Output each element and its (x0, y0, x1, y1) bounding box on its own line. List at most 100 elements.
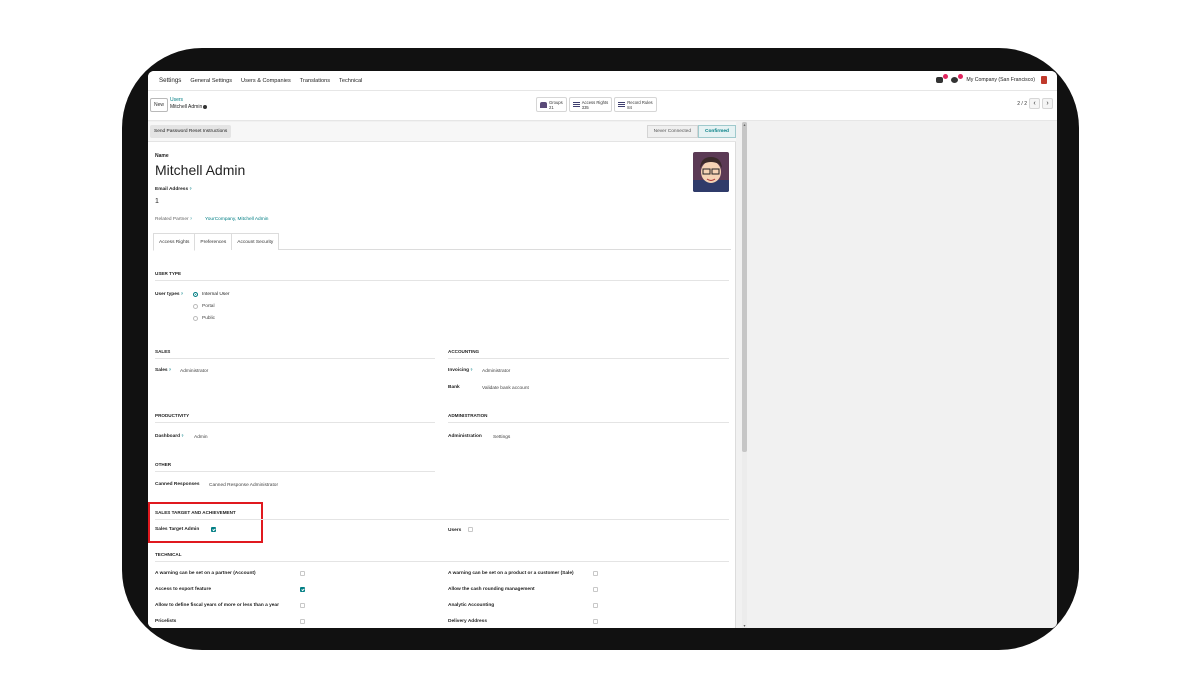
notebook-tabs: Access Rights Preferences Account Securi… (153, 233, 731, 251)
scrollbar-thumb[interactable] (742, 122, 747, 452)
chat-icon[interactable] (936, 74, 949, 84)
tab-access-rights[interactable]: Access Rights (153, 233, 196, 251)
divider (155, 561, 729, 562)
activity-clock-icon[interactable] (951, 74, 964, 84)
nav-translations[interactable]: Translations (300, 78, 330, 84)
stat-count: 21 (549, 104, 554, 110)
nav-technical[interactable]: Technical (339, 78, 362, 84)
dashboard-select[interactable]: Admin (194, 435, 208, 440)
radio-label-portal: Portal (202, 304, 215, 309)
help-icon[interactable]: ? (181, 292, 183, 296)
name-field[interactable]: Mitchell Admin (155, 162, 245, 178)
section-technical: TECHNICAL (155, 552, 182, 557)
technical-option-label: Pricelists (155, 619, 177, 624)
record-rules-smart-button[interactable]: Record Rules 84 (614, 97, 657, 112)
dashboard-label: Dashboard ? (155, 434, 184, 439)
technical-option-label: Analytic Accounting (448, 603, 495, 608)
divider (155, 519, 729, 520)
control-panel: New Users Mitchell Admin Groups 21 Access… (148, 91, 1057, 121)
form-scrollbar[interactable]: ▴ ▾ (742, 122, 747, 628)
technical-option-label: Allow the cash rounding management (448, 587, 535, 592)
chevron-right-icon[interactable]: › (1042, 98, 1053, 109)
stage-confirmed[interactable]: Confirmed (698, 125, 736, 138)
related-partner-label-text: Related Partner (155, 217, 189, 222)
technical-checkbox[interactable] (300, 603, 305, 608)
technical-checkbox[interactable] (593, 619, 598, 624)
pager-value[interactable]: 2 / 2 (1017, 101, 1027, 107)
invoicing-label: Invoicing ? (448, 368, 473, 373)
section-other: OTHER (155, 462, 172, 467)
radio-label-public: Public (202, 316, 216, 321)
chevron-left-icon[interactable]: ‹ (1029, 98, 1040, 109)
divider (448, 422, 729, 423)
company-switcher[interactable]: My Company (San Francisco) (966, 77, 1035, 83)
dashboard-label-text: Dashboard (155, 434, 181, 439)
send-password-reset-button[interactable]: Send Password Reset Instructions (150, 125, 232, 138)
bank-select[interactable]: Validate bank account (482, 386, 529, 391)
pager: 2 / 2 ‹ › (1017, 98, 1053, 109)
name-label: Name (155, 153, 169, 159)
administration-select[interactable]: Settings (493, 435, 510, 440)
administration-label: Administration (448, 434, 482, 439)
scroll-down-icon[interactable]: ▾ (742, 623, 747, 628)
technical-checkbox[interactable] (300, 587, 305, 592)
smart-buttons: Groups 21 Access Rights 335 Record Rules 84 (536, 97, 657, 112)
navbar-systray: My Company (San Francisco) (936, 74, 1047, 84)
sales-select[interactable]: Administrator (180, 369, 208, 374)
technical-option-label: A warning can be set on a partner (Accou… (155, 571, 256, 576)
divider (155, 422, 435, 423)
users-checkbox[interactable] (468, 527, 473, 532)
tab-preferences[interactable]: Preferences (194, 233, 233, 250)
nav-users-companies[interactable]: Users & Companies (241, 78, 291, 84)
groups-smart-button[interactable]: Groups 21 (536, 97, 567, 112)
divider (155, 280, 729, 281)
email-label: Email Address ? (155, 187, 192, 192)
nav-general-settings[interactable]: General Settings (190, 78, 232, 84)
scroll-up-icon[interactable]: ▴ (742, 122, 747, 127)
tab-account-security[interactable]: Account Security (231, 233, 280, 250)
technical-option-label: A warning can be set on a product or a c… (448, 571, 574, 576)
section-sales: SALES (155, 349, 171, 354)
related-partner-link[interactable]: YourCompany, Mitchell Admin (205, 217, 268, 222)
sales-label-text: Sales (155, 368, 168, 373)
highlight-box-wrapper (148, 502, 263, 543)
divider (448, 358, 729, 359)
help-icon[interactable]: ? (169, 368, 171, 372)
nav-app-settings[interactable]: Settings (159, 77, 181, 84)
section-administration: ADMINISTRATION (448, 413, 488, 418)
status-stages: Never Connected Confirmed (646, 125, 736, 138)
technical-checkbox[interactable] (300, 619, 305, 624)
sales-target-admin-checkbox[interactable] (211, 527, 216, 532)
related-partner-label: Related Partner ? (155, 217, 192, 222)
help-icon[interactable]: ? (190, 187, 192, 191)
breadcrumb: Users Mitchell Admin (170, 97, 208, 111)
gear-icon[interactable] (203, 104, 208, 109)
user-types-label: User types ? (155, 292, 183, 297)
stat-count: 84 (627, 104, 632, 110)
bank-label: Bank (448, 385, 460, 390)
technical-checkbox[interactable] (300, 571, 305, 576)
new-button[interactable]: New (150, 98, 168, 112)
technical-checkbox[interactable] (593, 603, 598, 608)
technical-checkbox[interactable] (593, 587, 598, 592)
canned-responses-select[interactable]: Canned Response Administrator (209, 483, 278, 488)
invoicing-select[interactable]: Administrator (482, 369, 510, 374)
sales-target-admin-label: Sales Target Admin (155, 527, 200, 532)
technical-checkbox[interactable] (593, 571, 598, 576)
user-avatar[interactable] (1041, 76, 1047, 84)
radio-public[interactable] (193, 316, 198, 321)
email-field[interactable]: 1 (155, 198, 159, 205)
red-highlight-box (148, 502, 263, 543)
help-icon[interactable]: ? (470, 368, 472, 372)
technical-option-label: Access to export feature (155, 587, 211, 592)
stage-never-connected[interactable]: Never Connected (646, 125, 698, 138)
radio-internal-user[interactable] (193, 292, 198, 297)
breadcrumb-users[interactable]: Users (170, 97, 207, 104)
user-photo[interactable] (693, 152, 729, 192)
user-types-label-text: User types (155, 292, 180, 297)
access-rights-smart-button[interactable]: Access Rights 335 (568, 97, 613, 112)
radio-portal[interactable] (193, 304, 198, 309)
help-icon[interactable]: ? (190, 217, 192, 221)
stat-count: 335 (581, 104, 589, 110)
help-icon[interactable]: ? (181, 434, 183, 438)
